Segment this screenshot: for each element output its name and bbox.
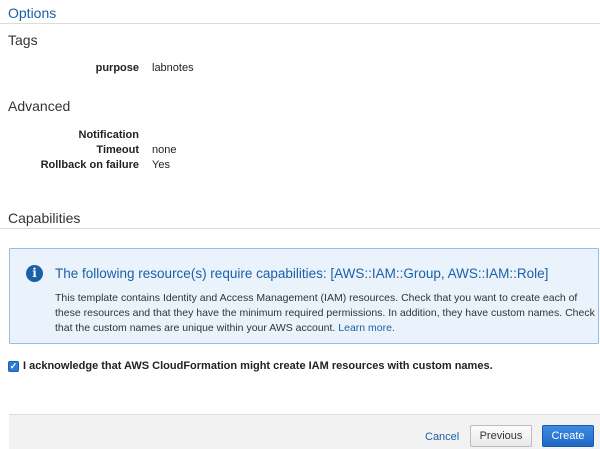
info-line-text: that the custom names are unique within …: [55, 322, 336, 334]
advanced-heading: Advanced: [8, 98, 71, 114]
info-title: The following resource(s) require capabi…: [55, 266, 549, 281]
divider: [0, 23, 600, 24]
info-line: that the custom names are unique within …: [55, 321, 595, 336]
info-icon: i: [26, 265, 43, 282]
learn-more-link[interactable]: Learn more.: [338, 322, 395, 334]
advanced-row-notification: Notification: [0, 129, 600, 143]
advanced-key: Notification: [78, 129, 140, 141]
advanced-key: Rollback on failure: [40, 159, 139, 171]
info-line: these resources and that they have the m…: [55, 307, 595, 319]
advanced-value: none: [152, 144, 177, 156]
wizard-footer: Cancel Previous Create: [9, 414, 600, 449]
tag-value: labnotes: [152, 62, 194, 74]
info-line: This template contains Identity and Acce…: [55, 292, 578, 304]
advanced-value: Yes: [152, 159, 170, 171]
create-button[interactable]: Create: [542, 425, 594, 447]
advanced-row-rollback: Rollback on failure Yes: [0, 159, 600, 173]
info-body: This template contains Identity and Acce…: [55, 291, 595, 336]
options-link[interactable]: Options: [8, 5, 56, 21]
acknowledge-checkbox[interactable]: ✓: [8, 361, 19, 372]
divider: [0, 228, 600, 229]
tag-row-purpose: purpose labnotes: [0, 62, 600, 76]
advanced-row-timeout: Timeout none: [0, 144, 600, 158]
tags-heading: Tags: [8, 32, 38, 48]
capabilities-info-box: i The following resource(s) require capa…: [9, 248, 599, 344]
tag-key: purpose: [95, 62, 139, 74]
previous-button[interactable]: Previous: [470, 425, 532, 447]
acknowledge-label[interactable]: I acknowledge that AWS CloudFormation mi…: [23, 360, 493, 372]
capabilities-heading: Capabilities: [8, 210, 81, 226]
advanced-key: Timeout: [96, 144, 139, 156]
cancel-link[interactable]: Cancel: [425, 431, 459, 443]
